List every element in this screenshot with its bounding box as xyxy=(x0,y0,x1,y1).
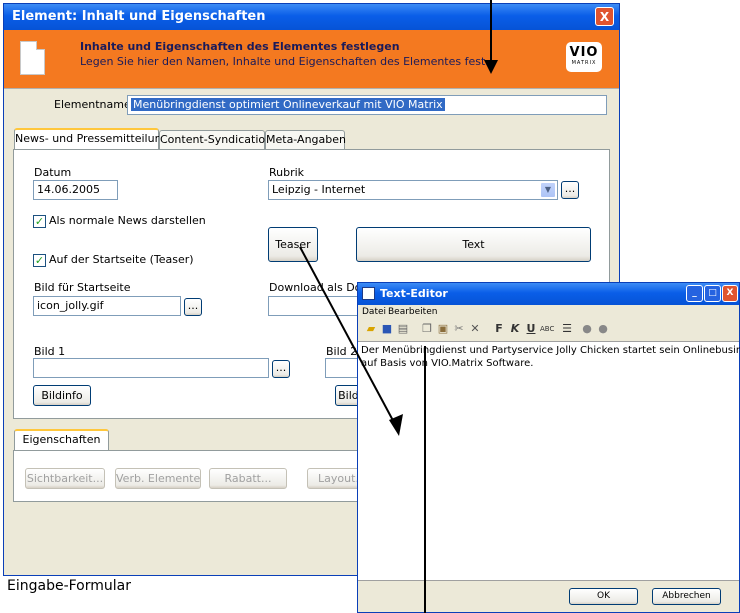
arrow-teaser-line xyxy=(299,246,398,429)
arrow-banner-head xyxy=(484,60,498,74)
annotation-arrows xyxy=(299,0,498,613)
